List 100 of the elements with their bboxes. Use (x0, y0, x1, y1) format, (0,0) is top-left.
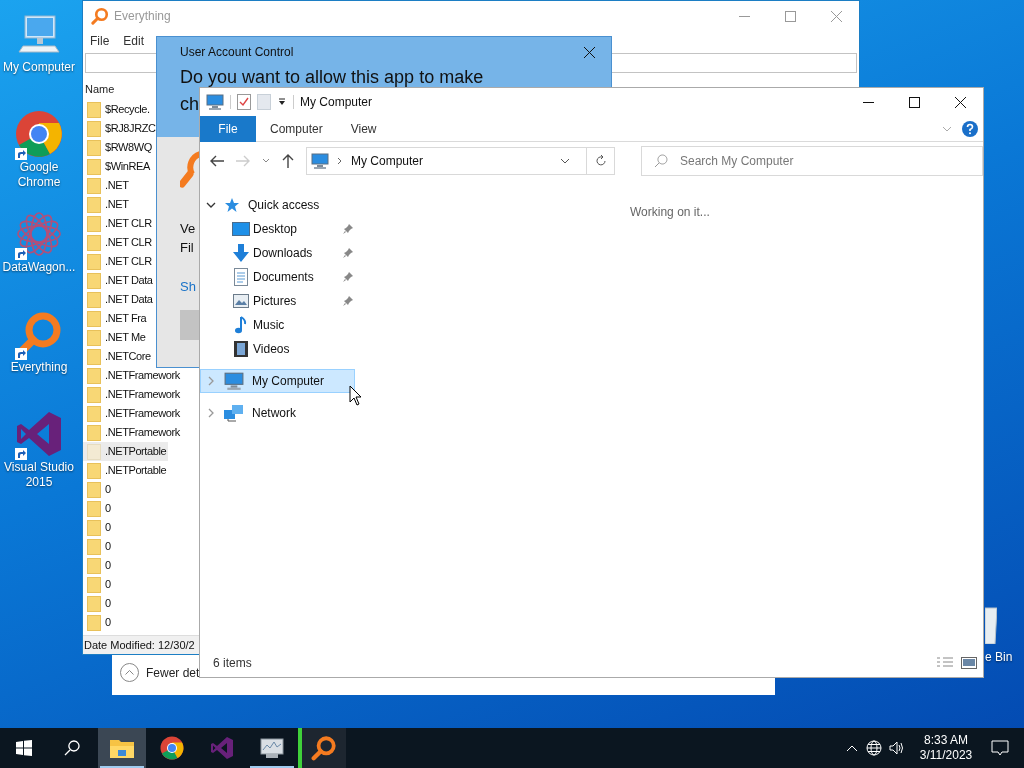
file-row[interactable]: .NETFramework (83, 366, 182, 385)
details-toggle-button[interactable]: Fewer det (120, 663, 200, 682)
magnifier-icon[interactable] (91, 7, 109, 25)
file-row[interactable]: .NET Fra (83, 309, 149, 328)
pin-icon[interactable] (343, 296, 353, 306)
chrome-logo-icon[interactable] (160, 736, 184, 760)
ribbon-tab[interactable]: File (200, 115, 256, 142)
clock[interactable]: 8:33 AM 3/11/2023 (915, 733, 977, 763)
desktop-icon-label[interactable]: Visual Studio 2015 (0, 460, 78, 490)
file-row[interactable]: .NET (83, 195, 131, 214)
caret-icon[interactable] (277, 97, 287, 107)
folder-icon (87, 329, 101, 346)
computer-icon (206, 93, 224, 111)
search-field[interactable]: Search My Computer (641, 146, 983, 176)
tree-item[interactable]: Network (200, 401, 355, 425)
file-row[interactable]: 0 (83, 556, 113, 575)
chevron-right-icon[interactable] (206, 408, 216, 418)
file-row[interactable]: $WinREA (83, 157, 152, 176)
shortcut-arrow-icon (15, 148, 27, 160)
clock-time: 8:33 AM (924, 733, 968, 748)
flower-logo-icon[interactable] (15, 210, 63, 258)
file-row[interactable]: $RW8WQ (83, 138, 154, 157)
file-row[interactable]: .NET Data (83, 290, 155, 309)
tree-item[interactable]: Music (200, 313, 355, 337)
recycle-bin-label[interactable]: e Bin (985, 648, 1013, 666)
file-row[interactable]: .NET CLR (83, 252, 154, 271)
file-row[interactable]: .NET CLR (83, 233, 154, 252)
tree-item[interactable]: Downloads (200, 241, 355, 265)
file-row[interactable]: .NET CLR (83, 214, 154, 233)
file-row[interactable]: .NETCore (83, 347, 153, 366)
dialog-heading: Do you want to allow this app to make (180, 67, 485, 87)
checklist-icon[interactable] (237, 94, 251, 110)
ribbon-tab[interactable]: View (336, 115, 391, 142)
file-row[interactable]: 0 (83, 499, 113, 518)
status-text: Date Modified: 12/30/2 (84, 637, 195, 653)
chevron-right-icon (337, 157, 343, 165)
pin-icon[interactable] (343, 248, 353, 258)
folder-icon (87, 443, 101, 460)
taskbar-app-button[interactable] (298, 728, 346, 768)
close-icon (583, 46, 595, 58)
large-icons-view-icon[interactable] (961, 657, 977, 669)
tree-item[interactable]: Pictures (200, 289, 355, 313)
chevron-up-icon[interactable] (846, 744, 858, 752)
tree-label: Quick access (248, 197, 320, 214)
infinity-logo-icon[interactable] (15, 410, 63, 458)
file-row[interactable]: 0 (83, 613, 113, 632)
maximize-icon (784, 10, 796, 22)
pin-icon[interactable] (343, 224, 353, 234)
file-name: .NETFramework (105, 425, 180, 441)
film-icon (234, 341, 248, 357)
chevron-up-circle-icon (120, 663, 139, 682)
file-name: 0 (105, 520, 111, 536)
up-arrow-icon[interactable] (282, 154, 294, 168)
tree-item[interactable]: Videos (200, 337, 355, 361)
taskbar-app-button[interactable] (98, 728, 146, 768)
file-row[interactable]: $RJ8JRZC. (83, 119, 161, 138)
file-row[interactable]: .NET Me (83, 328, 148, 347)
back-arrow-icon[interactable] (210, 155, 224, 167)
file-row[interactable]: .NETFramework (83, 404, 182, 423)
file-row[interactable]: .NETFramework (83, 423, 182, 442)
file-row[interactable]: .NETFramework (83, 385, 182, 404)
tree-item[interactable]: Quick access (200, 193, 355, 217)
tree-item[interactable]: My Computer (200, 369, 355, 393)
desktop-icon-label[interactable]: DataWagon... (0, 260, 78, 275)
menu-item[interactable]: File (90, 32, 110, 50)
pin-icon[interactable] (343, 272, 353, 282)
details-link[interactable]: Sh (180, 277, 196, 297)
globe-icon[interactable] (866, 740, 882, 756)
magnifier-icon[interactable] (311, 735, 337, 761)
folder-icon (87, 158, 101, 175)
file-row[interactable]: .NET (83, 176, 131, 195)
folder-icon (87, 614, 101, 631)
running-indicator (250, 766, 294, 768)
chevron-down-icon[interactable] (206, 200, 216, 210)
speaker-icon[interactable] (889, 741, 905, 755)
file-row[interactable]: 0 (83, 575, 113, 594)
folder-icon (87, 215, 101, 232)
tree-label: Network (252, 405, 296, 422)
file-row[interactable]: 0 (83, 480, 113, 499)
address-bar[interactable]: My Computer (306, 147, 615, 175)
tree-label: My Computer (252, 373, 325, 390)
help-icon[interactable] (962, 120, 978, 137)
ribbon-tab[interactable]: Computer (256, 115, 337, 142)
column-header[interactable]: Name (85, 81, 115, 98)
window-title: Everything (114, 8, 171, 25)
folder-icon (87, 291, 101, 308)
notification-icon[interactable] (991, 740, 1009, 756)
file-row[interactable]: .NET Data (83, 271, 155, 290)
file-row[interactable]: 0 (83, 594, 113, 613)
file-row[interactable]: .NETPortable (83, 442, 169, 461)
desktop-icon-label[interactable]: Everything (0, 360, 78, 375)
file-row[interactable]: 0 (83, 518, 113, 537)
file-row[interactable]: .NETPortable (83, 461, 169, 480)
folder-icon (87, 462, 101, 479)
menu-item[interactable]: Edit (123, 32, 145, 50)
file-row[interactable]: 0 (83, 537, 113, 556)
computer-icon[interactable] (17, 12, 61, 56)
tree-item[interactable]: Documents (200, 265, 355, 289)
tree-item[interactable]: Desktop (200, 217, 355, 241)
file-row[interactable]: $Recycle. (83, 100, 152, 119)
